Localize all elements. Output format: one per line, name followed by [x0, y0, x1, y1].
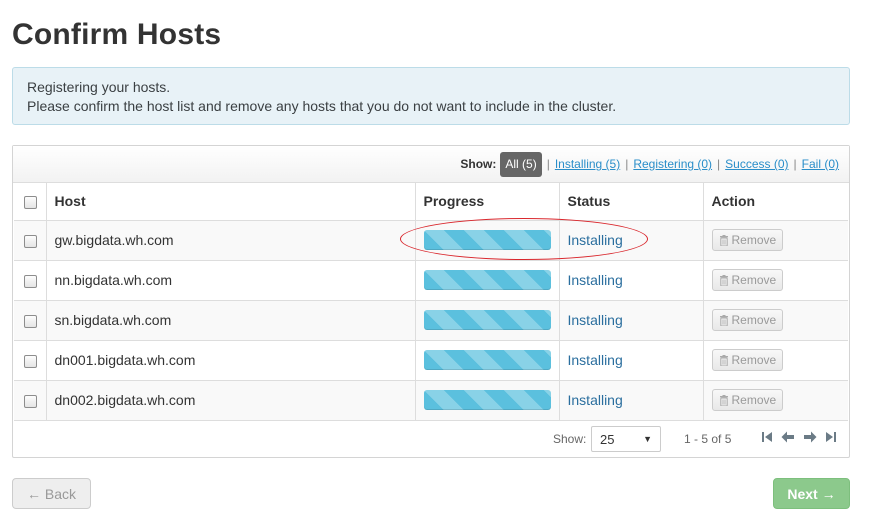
page-size-value: 25: [600, 431, 615, 447]
row-checkbox[interactable]: [24, 354, 37, 368]
first-page-icon[interactable]: [761, 431, 773, 443]
row-checkbox[interactable]: [24, 274, 37, 288]
remove-button-label: Remove: [731, 393, 777, 407]
prev-page-icon[interactable]: [781, 431, 795, 443]
status-link[interactable]: Installing: [568, 232, 623, 248]
column-header-progress: Progress: [414, 183, 560, 221]
column-header-action: Action: [702, 183, 848, 221]
filter-registering[interactable]: Registering (0): [633, 157, 712, 171]
select-all-checkbox[interactable]: [24, 196, 37, 210]
progress-bar: [423, 390, 551, 410]
info-alert: Registering your hosts. Please confirm t…: [12, 67, 850, 125]
table-row: dn002.bigdata.wh.com Installing Remove: [14, 379, 848, 421]
page-size-label: Show:: [553, 432, 587, 446]
remove-button[interactable]: Remove: [711, 229, 784, 251]
page-title: Confirm Hosts: [12, 18, 222, 51]
hosts-panel: Show: All (5) | Installing (5) | Registe…: [12, 145, 850, 458]
table-row: nn.bigdata.wh.com Installing Remove: [14, 259, 848, 301]
filter-all[interactable]: All (5): [500, 151, 542, 177]
filter-success[interactable]: Success (0): [725, 157, 788, 171]
trash-icon: [719, 274, 728, 286]
last-page-icon[interactable]: [825, 431, 837, 443]
progress-bar: [423, 270, 551, 290]
table-header-row: Host Progress Status Action: [14, 183, 848, 221]
filter-separator: |: [793, 157, 797, 171]
page-size-select[interactable]: 25 ▼: [591, 426, 661, 452]
table-row: dn001.bigdata.wh.com Installing Remove: [14, 339, 848, 381]
progress-bar: [423, 230, 551, 250]
table-row: gw.bigdata.wh.com Installing Remove: [14, 219, 848, 261]
filter-separator: |: [625, 157, 629, 171]
row-checkbox[interactable]: [24, 394, 37, 408]
table-row: sn.bigdata.wh.com Installing Remove: [14, 299, 848, 341]
filter-fail[interactable]: Fail (0): [802, 157, 839, 171]
alert-line-1: Registering your hosts.: [27, 79, 171, 95]
status-link[interactable]: Installing: [568, 352, 623, 368]
remove-button[interactable]: Remove: [711, 269, 784, 291]
next-button[interactable]: Next →: [773, 478, 850, 509]
alert-line-2: Please confirm the host list and remove …: [27, 98, 617, 114]
row-checkbox[interactable]: [24, 234, 37, 248]
trash-icon: [719, 394, 728, 406]
host-name: dn002.bigdata.wh.com: [54, 392, 196, 408]
filter-show-label: Show:: [460, 157, 497, 171]
remove-button[interactable]: Remove: [711, 389, 784, 411]
remove-button[interactable]: Remove: [711, 349, 784, 371]
trash-icon: [719, 234, 728, 246]
host-name: dn001.bigdata.wh.com: [54, 352, 196, 368]
trash-icon: [719, 314, 728, 326]
next-page-icon[interactable]: [803, 431, 817, 443]
host-name: nn.bigdata.wh.com: [54, 272, 173, 288]
status-link[interactable]: Installing: [568, 312, 623, 328]
remove-button[interactable]: Remove: [711, 309, 784, 331]
pager-controls: [761, 431, 837, 443]
host-name: gw.bigdata.wh.com: [54, 232, 174, 248]
row-checkbox[interactable]: [24, 314, 37, 328]
filter-installing[interactable]: Installing (5): [555, 157, 620, 171]
back-button[interactable]: ← Back: [12, 478, 91, 509]
hosts-table: Host Progress Status Action gw.bigdata.w…: [14, 183, 848, 421]
column-header-status: Status: [558, 183, 704, 221]
filter-separator: |: [546, 157, 550, 171]
progress-bar: [423, 310, 551, 330]
remove-button-label: Remove: [731, 313, 777, 327]
filter-separator: |: [717, 157, 721, 171]
remove-button-label: Remove: [731, 273, 777, 287]
progress-bar: [423, 350, 551, 370]
remove-button-label: Remove: [731, 233, 777, 247]
filter-bar: Show: All (5) | Installing (5) | Registe…: [13, 146, 849, 183]
table-footer: Show: 25 ▼ 1 - 5 of 5: [13, 421, 849, 457]
status-link[interactable]: Installing: [568, 272, 623, 288]
caret-down-icon: ▼: [643, 434, 652, 444]
status-link[interactable]: Installing: [568, 392, 623, 408]
host-name: sn.bigdata.wh.com: [54, 312, 172, 328]
column-header-host[interactable]: Host: [45, 183, 416, 221]
trash-icon: [719, 354, 728, 366]
remove-button-label: Remove: [731, 353, 777, 367]
select-all-cell: [14, 183, 47, 221]
page-range-info: 1 - 5 of 5: [684, 432, 732, 446]
